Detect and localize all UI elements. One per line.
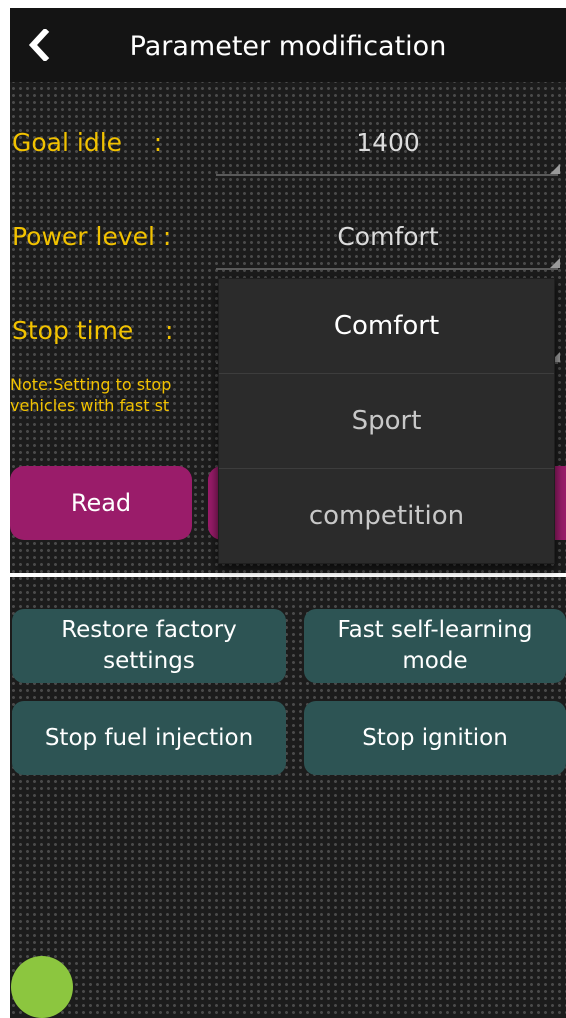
power-level-select[interactable]: Comfort [218,222,558,251]
dropdown-option-comfort[interactable]: Comfort [219,279,554,374]
fast-line-1: Fast self-learning [337,617,533,643]
stop-fuel-injection-button[interactable]: Stop fuel injection [12,701,286,775]
read-button[interactable]: Read [10,466,192,540]
power-level-spinner-indicator [550,258,560,268]
power-level-dropdown: Comfort Sport competition [218,278,555,564]
page-title: Parameter modification [129,31,447,62]
power-level-label: Power level : [12,222,172,251]
power-level-underline [216,268,558,270]
restore-factory-settings-button[interactable]: Restore factory settings [12,609,286,683]
stop-time-label: Stop time : [12,316,174,345]
fast-line-2: mode [402,648,468,674]
goal-idle-underline [216,174,558,176]
app-screen: Parameter modification Goal idle : 1400 … [10,8,566,1018]
fast-self-learning-mode-label: Fast self-learning mode [304,615,566,677]
note-line-1: Note:Setting to stop [10,375,172,394]
chevron-left-icon [28,29,50,61]
back-button[interactable] [24,27,54,63]
note-line-2: vehicles with fast st [10,396,170,415]
restore-line-1: Restore factory [61,617,237,643]
section-divider [10,573,566,577]
stop-fuel-injection-label: Stop fuel injection [44,724,254,751]
top-bar: Parameter modification [10,8,566,82]
dropdown-option-competition[interactable]: competition [219,469,554,563]
goal-idle-label: Goal idle : [12,128,163,157]
restore-line-2: settings [103,648,195,674]
stop-ignition-label: Stop ignition [362,724,508,751]
goal-idle-input[interactable]: 1400 [218,128,558,157]
fast-self-learning-mode-button[interactable]: Fast self-learning mode [304,609,566,683]
goal-idle-spinner-indicator [550,164,560,174]
restore-factory-settings-label: Restore factory settings [12,615,286,677]
note-text: Note:Setting to stop vehicles with fast … [10,374,240,416]
floating-action-button[interactable] [11,956,73,1018]
dropdown-option-sport[interactable]: Sport [219,374,554,469]
stop-ignition-button[interactable]: Stop ignition [304,701,566,775]
